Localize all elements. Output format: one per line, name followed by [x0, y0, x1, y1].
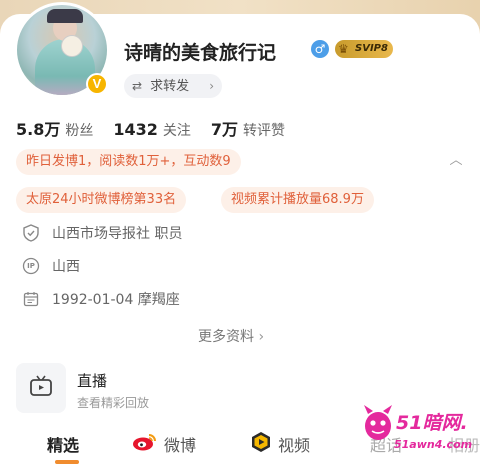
- following-label[interactable]: 关注: [163, 120, 191, 140]
- weibo-logo-icon: [132, 432, 158, 456]
- profile-name: 诗晴的美食旅行记: [124, 42, 277, 64]
- tab-weibo[interactable]: 微博: [132, 433, 196, 455]
- verified-badge-icon: V: [86, 73, 108, 95]
- more-info-label: 更多资料: [198, 329, 254, 345]
- gender-male-icon: ♂: [311, 40, 329, 58]
- watermark-url: 51awn4.com: [394, 438, 473, 451]
- live-subtitle[interactable]: 查看精彩回放: [77, 394, 149, 411]
- calendar-icon: [22, 290, 40, 308]
- info-birthday-text: 1992-01-04 摩羯座: [52, 292, 180, 308]
- svip-label: SVIP8: [355, 43, 388, 54]
- info-job-row: 山西市场导报社 职员: [22, 222, 182, 244]
- active-tab-indicator: [55, 460, 79, 464]
- info-birthday-row: 1992-01-04 摩羯座: [22, 288, 180, 310]
- live-tile[interactable]: [16, 363, 66, 413]
- followers-label[interactable]: 粉丝: [65, 120, 93, 140]
- request-repost-button[interactable]: ⇄ 求转发 ›: [124, 74, 222, 98]
- engagement-label[interactable]: 转评赞: [243, 120, 285, 140]
- avatar-figure-headdress: [47, 9, 83, 23]
- ip-badge-label: IP: [27, 262, 35, 270]
- chevron-right-icon: ›: [209, 79, 214, 93]
- watermark-brand: 51暗网.: [396, 412, 468, 434]
- request-repost-label: 求转发: [150, 79, 190, 94]
- more-info-link[interactable]: 更多资料 ›: [198, 326, 264, 346]
- avatar-figure-fan: [61, 35, 83, 57]
- site-watermark: 51暗网. 51awn4.com: [360, 402, 478, 462]
- crown-icon: ♛: [338, 42, 349, 56]
- video-plays-pill[interactable]: 视频累计播放量68.9万: [221, 187, 374, 213]
- verified-shield-icon: [22, 224, 40, 242]
- tab-featured-label: 精选: [47, 436, 80, 455]
- video-play-icon: [250, 431, 272, 457]
- live-title[interactable]: 直播: [77, 370, 107, 391]
- tab-video[interactable]: 视频: [250, 431, 311, 457]
- info-ip-row: IP 山西: [22, 255, 80, 277]
- tab-video-label: 视频: [278, 436, 311, 455]
- tab-featured[interactable]: 精选: [47, 433, 79, 455]
- rank-pill[interactable]: 太原24小时微博榜第33名: [16, 187, 187, 213]
- info-job-text: 山西市场导报社 职员: [52, 226, 183, 242]
- tab-weibo-label: 微博: [164, 436, 197, 455]
- ip-location-icon: IP: [22, 257, 40, 275]
- tv-icon: [29, 375, 53, 401]
- following-count[interactable]: 1432: [113, 120, 158, 139]
- profile-stats: 5.8万 粉丝 1432 关注 7万 转评赞: [16, 116, 305, 139]
- followers-count[interactable]: 5.8万: [16, 116, 60, 140]
- yesterday-activity-pill[interactable]: 昨日发博1，阅读数1万+，互动数9: [16, 149, 241, 175]
- chevron-up-icon[interactable]: ︿: [448, 153, 464, 169]
- repost-icon: ⇄: [132, 79, 143, 93]
- svip-badge[interactable]: ♛ SVIP8: [335, 40, 393, 58]
- engagement-count[interactable]: 7万: [211, 116, 238, 140]
- info-ip-text: 山西: [52, 259, 80, 275]
- chevron-right-icon: ›: [258, 329, 265, 345]
